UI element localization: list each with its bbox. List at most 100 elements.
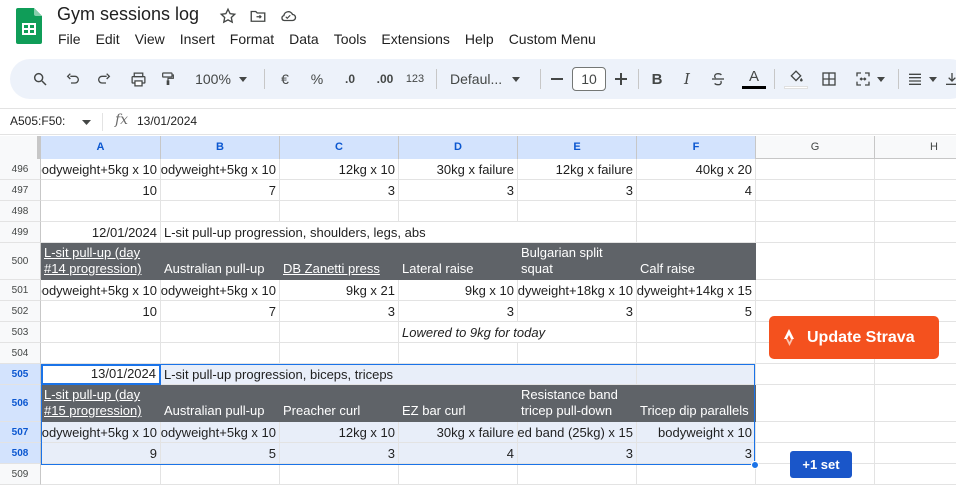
menu-custom[interactable]: Custom Menu bbox=[509, 31, 596, 47]
cell[interactable]: 9 bbox=[41, 443, 161, 464]
format-currency-button[interactable]: € bbox=[276, 59, 294, 99]
star-icon[interactable] bbox=[218, 6, 238, 26]
exercise-header-cell[interactable]: Preacher curl bbox=[280, 385, 399, 422]
cell[interactable] bbox=[637, 343, 756, 364]
merge-cells-icon[interactable] bbox=[850, 59, 890, 99]
row-header[interactable]: 501 bbox=[0, 280, 41, 301]
row-header[interactable]: 506 bbox=[0, 385, 41, 422]
cell[interactable] bbox=[756, 180, 875, 201]
cell[interactable]: red band (25kg) x 15 bbox=[518, 422, 637, 443]
exercise-header-cell[interactable]: L-sit pull-up (day #14 progression) bbox=[41, 243, 161, 280]
cell[interactable]: 3 bbox=[280, 301, 399, 322]
cell[interactable] bbox=[399, 343, 518, 364]
row-header[interactable]: 509 bbox=[0, 464, 41, 485]
cell[interactable]: 3 bbox=[518, 443, 637, 464]
cell[interactable] bbox=[875, 464, 956, 485]
menu-edit[interactable]: Edit bbox=[96, 31, 120, 47]
cell[interactable] bbox=[875, 222, 956, 243]
paint-format-icon[interactable] bbox=[156, 59, 180, 99]
cell[interactable] bbox=[161, 464, 280, 485]
cell[interactable] bbox=[637, 222, 756, 243]
cell[interactable] bbox=[756, 422, 875, 443]
cell[interactable]: 5 bbox=[161, 443, 280, 464]
cell[interactable] bbox=[756, 222, 875, 243]
font-family-select[interactable]: Defaul... bbox=[450, 59, 530, 99]
row-header[interactable]: 508 bbox=[0, 443, 41, 464]
note-cell[interactable]: Lowered to 9kg for today bbox=[399, 322, 637, 343]
cell[interactable]: 30kg x failure bbox=[399, 422, 518, 443]
cell[interactable] bbox=[280, 201, 399, 222]
cell[interactable]: 4 bbox=[399, 443, 518, 464]
exercise-link[interactable]: L-sit pull-up (day #14 progression) bbox=[44, 245, 157, 277]
cell[interactable] bbox=[41, 464, 161, 485]
column-header-b[interactable]: B bbox=[161, 136, 280, 159]
spreadsheet-grid[interactable]: A B C D E F G H 496 bodyweight+5kg x 10 … bbox=[0, 136, 956, 488]
add-set-button[interactable]: +1 set bbox=[790, 451, 852, 478]
row-header[interactable]: 503 bbox=[0, 322, 41, 343]
name-box[interactable]: A505:F50: bbox=[10, 114, 65, 128]
row-header[interactable]: 507 bbox=[0, 422, 41, 443]
cell[interactable] bbox=[399, 201, 518, 222]
cell[interactable]: 5 bbox=[637, 301, 756, 322]
cell[interactable]: 3 bbox=[280, 180, 399, 201]
menu-file[interactable]: File bbox=[58, 31, 81, 47]
menu-help[interactable]: Help bbox=[465, 31, 494, 47]
search-menus-icon[interactable] bbox=[28, 59, 52, 99]
fill-color-icon[interactable] bbox=[784, 59, 808, 99]
cell[interactable]: bodyweight+5kg x 10 bbox=[161, 280, 280, 301]
menu-tools[interactable]: Tools bbox=[334, 31, 367, 47]
cell[interactable] bbox=[756, 243, 875, 280]
font-size-input[interactable]: 10 bbox=[572, 59, 606, 99]
cell[interactable] bbox=[756, 201, 875, 222]
cell[interactable] bbox=[875, 385, 956, 422]
cell[interactable]: 3 bbox=[399, 180, 518, 201]
cell[interactable] bbox=[41, 201, 161, 222]
cell[interactable] bbox=[280, 322, 399, 343]
menu-data[interactable]: Data bbox=[289, 31, 319, 47]
number-format-button[interactable]: 123 bbox=[402, 59, 428, 99]
cell[interactable]: 3 bbox=[518, 180, 637, 201]
row-header[interactable]: 499 bbox=[0, 222, 41, 243]
row-header[interactable]: 498 bbox=[0, 201, 41, 222]
exercise-header-cell[interactable]: Lateral raise bbox=[399, 243, 518, 280]
cell[interactable] bbox=[161, 322, 280, 343]
cell[interactable]: 3 bbox=[637, 443, 756, 464]
row-header[interactable]: 497 bbox=[0, 180, 41, 201]
move-folder-icon[interactable] bbox=[248, 6, 268, 26]
formula-input[interactable]: 13/01/2024 bbox=[137, 114, 197, 128]
document-title[interactable]: Gym sessions log bbox=[57, 4, 199, 25]
cell[interactable]: 30kg x failure bbox=[399, 159, 518, 180]
cell[interactable] bbox=[280, 464, 399, 485]
date-cell[interactable]: 12/01/2024 bbox=[41, 222, 161, 243]
cell[interactable] bbox=[518, 343, 637, 364]
cell[interactable]: bodyweight+18kg x 10 bbox=[518, 280, 637, 301]
menu-extensions[interactable]: Extensions bbox=[381, 31, 449, 47]
cell[interactable]: bodyweight+5kg x 10 bbox=[161, 159, 280, 180]
cloud-status-icon[interactable] bbox=[278, 6, 298, 26]
undo-icon[interactable] bbox=[61, 59, 85, 99]
exercise-link[interactable]: L-sit pull-up (day #15 progression) bbox=[44, 387, 157, 419]
cell[interactable]: 3 bbox=[280, 443, 399, 464]
cell[interactable]: 40kg x 20 bbox=[637, 159, 756, 180]
cell[interactable]: 9kg x 10 bbox=[399, 280, 518, 301]
column-header-d[interactable]: D bbox=[399, 136, 518, 159]
cell[interactable] bbox=[637, 322, 756, 343]
cell[interactable] bbox=[875, 180, 956, 201]
cell[interactable]: bodyweight+5kg x 10 bbox=[41, 159, 161, 180]
cell[interactable]: 3 bbox=[399, 301, 518, 322]
exercise-header-cell[interactable]: Australian pull-up bbox=[161, 243, 280, 280]
cell[interactable]: 12kg x 10 bbox=[280, 159, 399, 180]
session-note-cell[interactable]: L-sit pull-up progression, biceps, trice… bbox=[161, 364, 637, 385]
exercise-header-cell[interactable]: EZ bar curl bbox=[399, 385, 518, 422]
cell[interactable]: 3 bbox=[518, 301, 637, 322]
cell[interactable]: bodyweight+5kg x 10 bbox=[41, 422, 161, 443]
cell[interactable] bbox=[875, 280, 956, 301]
menu-insert[interactable]: Insert bbox=[180, 31, 215, 47]
row-header[interactable]: 502 bbox=[0, 301, 41, 322]
italic-button[interactable]: I bbox=[678, 59, 696, 99]
horizontal-align-icon[interactable] bbox=[904, 59, 940, 99]
cell[interactable]: 7 bbox=[161, 180, 280, 201]
name-box-dropdown-icon[interactable] bbox=[82, 120, 91, 125]
cell[interactable]: 9kg x 21 bbox=[280, 280, 399, 301]
cell[interactable]: bodyweight+5kg x 10 bbox=[161, 422, 280, 443]
